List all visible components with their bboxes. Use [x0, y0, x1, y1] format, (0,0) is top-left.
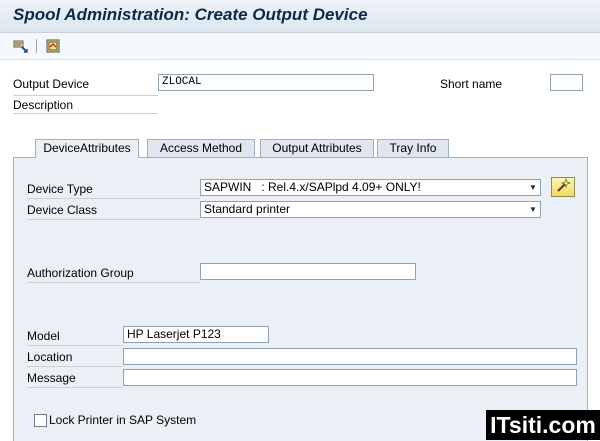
device-type-label: Device Type	[27, 182, 93, 196]
label-underline	[27, 387, 123, 388]
device-type-select[interactable]: SAPWIN : Rel.4.x/SAPlpd 4.09+ ONLY! ▼	[200, 179, 541, 196]
tab-tray-info[interactable]: Tray Info	[377, 139, 449, 157]
tab-output-attributes[interactable]: Output Attributes	[260, 139, 374, 157]
location-field[interactable]	[123, 348, 577, 365]
label-underline	[13, 95, 158, 96]
lock-printer-label: Lock Printer in SAP System	[49, 413, 197, 427]
tab-access-method[interactable]: Access Method	[147, 139, 255, 157]
output-device-field[interactable]: ZLOCAL	[158, 74, 374, 91]
description-label: Description	[13, 98, 74, 112]
label-underline	[13, 113, 158, 114]
device-class-label: Device Class	[27, 203, 98, 217]
magic-wand-button[interactable]	[551, 177, 575, 197]
model-field[interactable]: HP Laserjet P123	[123, 326, 269, 343]
chevron-down-icon[interactable]: ▼	[527, 203, 539, 216]
connect-icon[interactable]	[12, 37, 30, 55]
label-underline	[27, 198, 200, 199]
authorization-group-field[interactable]	[200, 263, 416, 280]
window-title: Spool Administration: Create Output Devi…	[13, 5, 368, 24]
device-class-select[interactable]: Standard printer ▼	[200, 201, 541, 218]
label-underline	[27, 282, 200, 283]
label-underline	[27, 366, 123, 367]
toolbar-separator	[36, 39, 37, 53]
short-name-label: Short name	[440, 77, 503, 91]
short-name-field[interactable]	[550, 74, 583, 91]
lock-printer-checkbox[interactable]	[34, 414, 47, 427]
location-label: Location	[27, 350, 73, 364]
watermark-text: ITsiti.com	[490, 411, 596, 438]
device-type-value: SAPWIN : Rel.4.x/SAPlpd 4.09+ ONLY!	[204, 180, 421, 194]
chevron-down-icon[interactable]: ▼	[527, 181, 539, 194]
label-underline	[27, 219, 200, 220]
label-underline	[27, 345, 123, 346]
tab-panel-device-attributes	[13, 157, 588, 441]
tab-device-attributes[interactable]: DeviceAttributes	[35, 139, 139, 158]
application-toolbar	[0, 33, 600, 60]
authorization-group-label: Authorization Group	[27, 266, 134, 280]
magic-wand-icon	[555, 177, 572, 197]
message-field[interactable]	[123, 369, 577, 386]
message-label: Message	[27, 371, 76, 385]
watermark-logo: ITsiti.com	[486, 410, 600, 440]
model-label: Model	[27, 329, 60, 343]
title-bar: Spool Administration: Create Output Devi…	[0, 0, 600, 33]
device-class-value: Standard printer	[204, 202, 291, 216]
display-change-icon[interactable]	[44, 37, 62, 55]
output-device-label: Output Device	[13, 77, 90, 91]
